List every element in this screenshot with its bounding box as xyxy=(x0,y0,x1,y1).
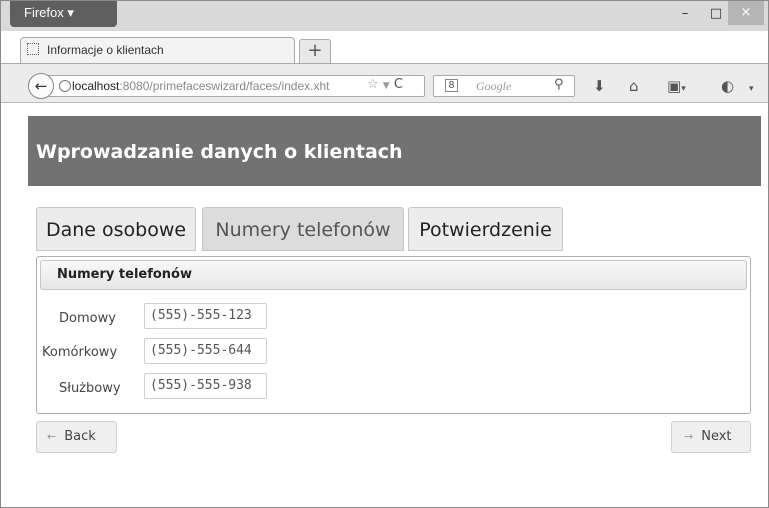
globe-icon xyxy=(59,80,71,92)
back-arrow-icon: ← xyxy=(47,430,57,443)
more-tools-icon[interactable]: ▾ xyxy=(749,77,754,95)
url-path: :8080/primefaceswizard/faces/index.xht xyxy=(119,79,330,93)
back-button-label: Back xyxy=(64,429,96,444)
search-icon[interactable]: ⚲ xyxy=(554,77,564,92)
maximize-icon[interactable]: □ xyxy=(704,5,728,25)
history-dropdown-icon[interactable]: ▼ xyxy=(383,81,390,91)
home-icon[interactable]: ⌂ xyxy=(629,77,639,95)
label-sluzbowy: Służbowy xyxy=(59,381,121,396)
page-icon xyxy=(27,43,39,55)
tab-title: Informacje o klientach xyxy=(47,43,164,57)
back-button[interactable]: ← Back xyxy=(36,421,117,453)
tab-dane-osobowe[interactable]: Dane osobowe xyxy=(36,207,196,251)
browser-window: Firefox ▾ – □ × Informacje o klientach +… xyxy=(0,0,769,508)
download-icon[interactable]: ⬇ xyxy=(593,77,606,95)
label-domowy: Domowy xyxy=(59,311,116,326)
firefox-menu-button[interactable]: Firefox ▾ xyxy=(10,1,117,27)
reload-icon[interactable]: C xyxy=(394,77,403,92)
search-engine-icon[interactable]: 8 xyxy=(445,79,458,92)
next-button-label: Next xyxy=(701,429,732,444)
close-icon[interactable]: × xyxy=(728,1,764,25)
bookmark-star-icon[interactable]: ☆ xyxy=(367,77,379,92)
next-arrow-icon: → xyxy=(684,430,694,443)
work-phone-field[interactable]: (555)-555-938 xyxy=(144,373,267,399)
minimize-icon[interactable]: – xyxy=(673,5,697,25)
back-arrow-icon[interactable]: ← xyxy=(28,73,54,99)
bookmarks-menu-icon[interactable]: ▣▾ xyxy=(667,77,686,95)
next-button[interactable]: → Next xyxy=(671,421,751,453)
label-komorkowy: Komórkowy xyxy=(42,345,118,360)
new-tab-button[interactable]: + xyxy=(299,39,331,63)
panel-title: Numery telefonów xyxy=(40,260,747,290)
tab-potwierdzenie[interactable]: Potwierdzenie xyxy=(408,207,563,251)
browser-tab[interactable]: Informacje o klientach xyxy=(20,37,295,63)
home-phone-field[interactable]: (555)-555-123 xyxy=(144,303,267,329)
url-bar-actions: ☆ ▼ C xyxy=(367,77,403,92)
url-host: localhost xyxy=(72,79,120,93)
tab-numery-telefonow[interactable]: Numery telefonów xyxy=(202,207,404,251)
page-header: Wprowadzanie danych o klientach xyxy=(28,116,761,186)
addon-icon[interactable]: ◐ xyxy=(721,77,734,95)
mobile-phone-field[interactable]: (555)-555-644 xyxy=(144,338,267,364)
